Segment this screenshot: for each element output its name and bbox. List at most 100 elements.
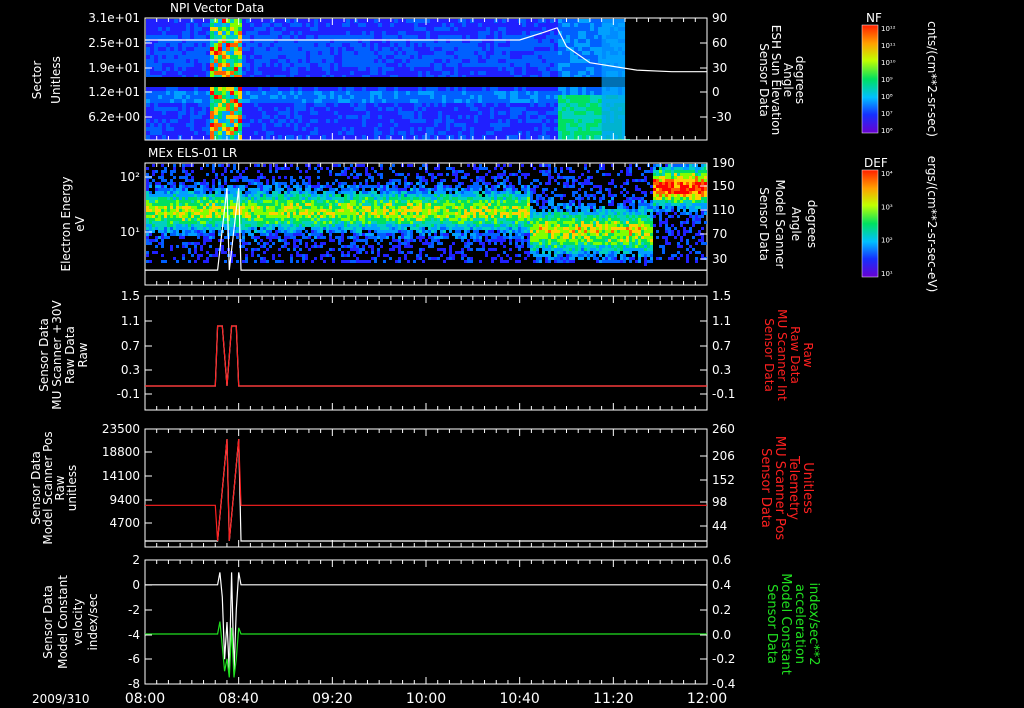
spectrogram-cell <box>546 119 550 124</box>
spectrogram-cell <box>500 173 503 176</box>
spectrogram-cell <box>398 27 402 32</box>
spectrogram-cell <box>282 87 286 92</box>
spectrogram-cell <box>590 182 593 185</box>
spectrogram-cell <box>270 99 274 104</box>
spectrogram-cell <box>158 107 162 112</box>
spectrogram-cell <box>290 200 293 203</box>
spectrogram-cell <box>434 91 438 96</box>
spectrogram-cell <box>233 191 236 194</box>
spectrogram-cell <box>346 27 350 32</box>
spectrogram-cell <box>210 23 214 28</box>
spectrogram-cell <box>359 191 362 194</box>
spectrogram-cell <box>704 179 707 182</box>
spectrogram-cell <box>438 115 442 120</box>
spectrogram-cell <box>338 182 341 185</box>
spectrogram-cell <box>330 55 334 60</box>
spectrogram-cell <box>198 87 202 92</box>
spectrogram-cell <box>671 191 674 194</box>
spectrogram-cell <box>317 182 320 185</box>
spectrogram-cell <box>370 111 374 116</box>
spectrogram-cell <box>198 31 202 36</box>
spectrogram-cell <box>162 71 166 76</box>
spectrogram-cell <box>198 95 202 100</box>
spectrogram-cell <box>476 167 479 170</box>
spectrogram-cell <box>278 87 282 92</box>
spectrogram-cell <box>290 35 294 40</box>
spectrogram-cell <box>164 170 167 173</box>
spectrogram-cell <box>550 39 554 44</box>
spectrogram-cell <box>407 194 410 197</box>
spectrogram-cell <box>214 63 218 68</box>
spectrogram-cell <box>218 179 221 182</box>
spectrogram-cell <box>374 197 377 200</box>
spectrogram-cell <box>428 173 431 176</box>
spectrogram-cell <box>402 131 406 136</box>
spectrogram-cell <box>334 51 338 56</box>
spectrogram-cell <box>611 200 614 203</box>
spectrogram-cell <box>605 173 608 176</box>
spectrogram-cell <box>509 188 512 191</box>
spectrogram-cell <box>410 59 414 64</box>
spectrogram-cell <box>539 170 542 173</box>
spectrogram-cell <box>434 200 437 203</box>
spectrogram-cell <box>442 59 446 64</box>
spectrogram-cell <box>314 200 317 203</box>
spectrogram-cell <box>230 179 233 182</box>
spectrogram-cell <box>518 95 522 100</box>
spectrogram-cell <box>286 87 290 92</box>
spectrogram-cell <box>522 71 526 76</box>
spectrogram-cell <box>366 43 370 48</box>
spectrogram-cell <box>578 107 582 112</box>
spectrogram-cell <box>522 127 526 132</box>
spectrogram-cell <box>302 203 305 206</box>
spectrogram-cell <box>470 95 474 100</box>
spectrogram-cell <box>258 115 262 120</box>
spectrogram-cell <box>170 182 173 185</box>
spectrogram-cell <box>478 67 482 72</box>
spectrogram-cell <box>586 111 590 116</box>
spectrogram-cell <box>515 188 518 191</box>
spectrogram-cell <box>154 59 158 64</box>
spectrogram-cell <box>578 35 582 40</box>
spectrogram-cell <box>474 23 478 28</box>
spectrogram-cell <box>406 127 410 132</box>
spectrogram-cell <box>534 67 538 72</box>
spectrogram-cell <box>214 55 218 60</box>
spectrogram-cell <box>215 176 218 179</box>
spectrogram-cell <box>569 170 572 173</box>
spectrogram-cell <box>299 176 302 179</box>
spectrogram-cell <box>594 27 598 32</box>
spectrogram-cell <box>266 203 269 206</box>
spectrogram-cell <box>474 119 478 124</box>
spectrogram-cell <box>294 47 298 52</box>
spectrogram-cell <box>461 170 464 173</box>
spectrogram-cell <box>582 115 586 120</box>
spectrogram-cell <box>150 103 154 108</box>
spectrogram-cell <box>174 103 178 108</box>
spectrogram-cell <box>458 55 462 60</box>
spectrogram-cell <box>522 23 526 28</box>
spectrogram-cell <box>269 164 272 167</box>
spectrogram-cell <box>154 99 158 104</box>
spectrogram-cell <box>383 188 386 191</box>
spectrogram-cell <box>194 43 198 48</box>
spectrogram-cell <box>562 99 566 104</box>
spectrogram-cell <box>653 194 656 197</box>
spectrogram-cell <box>346 35 350 40</box>
spectrogram-cell <box>198 123 202 128</box>
spectrogram-cell <box>334 31 338 36</box>
spectrogram-cell <box>174 43 178 48</box>
spectrogram-cell <box>242 103 246 108</box>
spectrogram-cell <box>545 170 548 173</box>
spectrogram-cell <box>306 131 310 136</box>
spectrogram-cell <box>389 194 392 197</box>
spectrogram-cell <box>353 203 356 206</box>
spectrogram-cell <box>438 31 442 36</box>
spectrogram-cell <box>402 59 406 64</box>
spectrogram-cell <box>332 188 335 191</box>
spectrogram-cell <box>677 176 680 179</box>
spectrogram-cell <box>170 179 173 182</box>
spectrogram-cell <box>294 43 298 48</box>
spectrogram-cell <box>154 23 158 28</box>
spectrogram-cell <box>659 167 662 170</box>
